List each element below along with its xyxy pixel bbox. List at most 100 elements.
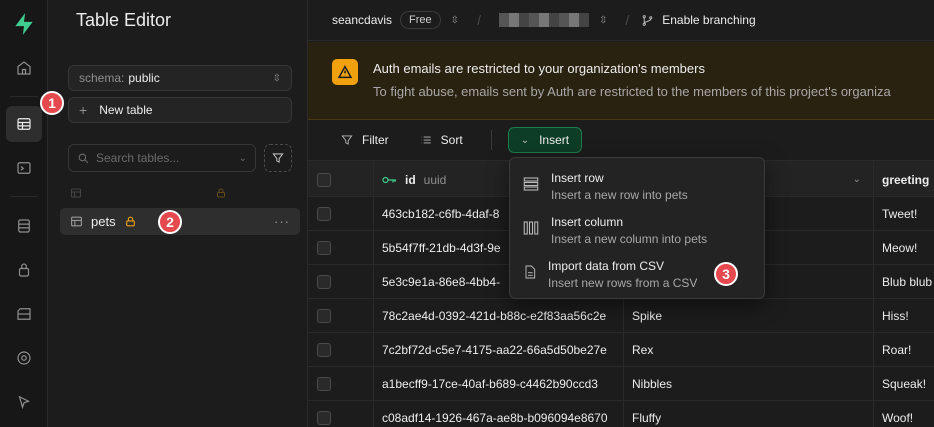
column-name: greeting <box>882 172 930 187</box>
row-select-cell[interactable] <box>308 265 374 299</box>
cell-id[interactable]: 7c2bf72d-c5e7-4175-aa22-66a5d50be27e <box>374 333 624 367</box>
schema-selector[interactable]: schema: public ⇳ <box>68 65 292 91</box>
cell-value: 5b54f7ff-21db-4d3f-9e <box>382 240 501 255</box>
column-type: uuid <box>423 172 447 187</box>
row-select-cell[interactable] <box>308 197 374 231</box>
cell-value: 463cb182-c6fb-4daf-8 <box>382 206 500 221</box>
auth-icon[interactable] <box>6 252 42 288</box>
project-name-redacted[interactable] <box>498 13 589 27</box>
insert-column-title: Insert column <box>551 215 624 229</box>
realtime-icon[interactable] <box>6 340 42 376</box>
filter-label: Filter <box>362 133 389 147</box>
row-select-cell[interactable] <box>308 401 374 427</box>
columns-icon <box>523 221 539 235</box>
enable-branching-button[interactable]: Enable branching <box>641 13 756 27</box>
insert-row-item[interactable]: Insert row Insert a new row into pets <box>510 164 764 208</box>
chevron-down-icon: ⌄ <box>238 152 247 164</box>
select-all-cell[interactable] <box>308 161 374 198</box>
row-checkbox[interactable] <box>317 410 331 425</box>
sort-button[interactable]: Sort <box>419 133 463 147</box>
row-checkbox[interactable] <box>317 240 331 255</box>
schema-value: public <box>128 71 160 85</box>
cell-greeting[interactable]: Meow! <box>874 231 934 265</box>
cell-greeting[interactable]: Blub blub <box>874 265 934 299</box>
step-badge-2: 2 <box>158 210 182 234</box>
org-switcher-icon[interactable]: ⇳ <box>451 15 459 26</box>
cell-value: Nibbles <box>632 376 673 391</box>
insert-column-item[interactable]: Insert column Insert a new column into p… <box>510 208 764 252</box>
filter-icon <box>341 135 353 145</box>
filter-icon <box>272 153 284 163</box>
cell-value: Woof! <box>882 410 914 425</box>
row-checkbox[interactable] <box>317 274 331 289</box>
row-select-cell[interactable] <box>308 333 374 367</box>
plus-icon: + <box>79 102 88 118</box>
filter-button[interactable]: Filter <box>340 133 389 147</box>
cell-greeting[interactable]: Hiss! <box>874 299 934 333</box>
search-placeholder: Search tables... <box>96 151 180 165</box>
row-checkbox[interactable] <box>317 206 331 221</box>
insert-column-desc: Insert a new column into pets <box>551 232 708 246</box>
insert-row-title: Insert row <box>551 171 604 185</box>
schema-label: schema: <box>79 71 125 85</box>
row-checkbox[interactable] <box>317 342 331 357</box>
chevron-updown-icon: ⇳ <box>272 72 281 84</box>
cell-greeting[interactable]: Squeak! <box>874 367 934 401</box>
cell-id[interactable]: c08adf14-1926-467a-ae8b-b096094e8670 <box>374 401 624 427</box>
git-branch-icon <box>642 14 653 26</box>
ghost-table-row <box>68 185 292 201</box>
more-options-icon[interactable]: ··· <box>274 214 290 229</box>
file-icon <box>525 265 536 279</box>
cell-value: Blub blub <box>882 274 933 289</box>
cursor-icon[interactable] <box>6 384 42 420</box>
cell-name[interactable]: Spike <box>624 299 874 333</box>
search-tables-input[interactable]: Search tables... ⌄ <box>68 144 256 172</box>
row-select-cell[interactable] <box>308 231 374 265</box>
cell-name[interactable]: Nibbles <box>624 367 874 401</box>
cell-id[interactable]: 78c2ae4d-0392-421d-b88c-e2f83aa56c2e <box>374 299 624 333</box>
cell-id[interactable]: a1becff9-17ce-40af-b689-c4462b90ccd3 <box>374 367 624 401</box>
step-badge-3: 3 <box>714 262 738 286</box>
table-name: pets <box>91 214 116 229</box>
row-select-cell[interactable] <box>308 299 374 333</box>
row-select-cell[interactable] <box>308 367 374 401</box>
org-name[interactable]: seancdavis <box>332 13 392 27</box>
cell-greeting[interactable]: Roar! <box>874 333 934 367</box>
cell-name[interactable]: Fluffy <box>624 401 874 427</box>
insert-button[interactable]: ⌄ Insert <box>507 127 583 153</box>
plan-badge: Free <box>400 11 441 29</box>
cell-value: 5e3c9e1a-86e8-4bb4- <box>382 274 501 289</box>
cell-name[interactable]: Rex <box>624 333 874 367</box>
cell-value: Meow! <box>882 240 918 255</box>
column-header-greeting[interactable]: greeting <box>874 161 934 198</box>
cell-value: Rex <box>632 342 654 357</box>
import-csv-desc: Insert new rows from a CSV <box>548 276 698 290</box>
search-icon <box>78 153 89 163</box>
cell-value: c08adf14-1926-467a-ae8b-b096094e8670 <box>382 410 608 425</box>
breadcrumb-separator: / <box>477 12 481 28</box>
cell-greeting[interactable]: Woof! <box>874 401 934 427</box>
new-table-label: New table <box>99 103 153 117</box>
storage-icon[interactable] <box>6 296 42 332</box>
supabase-logo-icon[interactable] <box>6 6 42 42</box>
database-icon[interactable] <box>6 208 42 244</box>
project-switcher-icon[interactable]: ⇳ <box>599 15 607 26</box>
cell-value: a1becff9-17ce-40af-b689-c4462b90ccd3 <box>382 376 598 391</box>
cell-value: Fluffy <box>632 410 662 425</box>
insert-label: Insert <box>539 133 570 147</box>
top-bar: seancdavis Free ⇳ / ⇳ / Enable branching <box>308 0 934 41</box>
cell-greeting[interactable]: Tweet! <box>874 197 934 231</box>
insert-row-desc: Insert a new row into pets <box>551 188 688 202</box>
grid-toolbar: Filter Sort ⌄ Insert <box>308 121 934 159</box>
sql-editor-icon[interactable] <box>6 150 42 186</box>
new-table-button[interactable]: + New table <box>68 97 292 123</box>
select-all-checkbox[interactable] <box>317 172 331 187</box>
nav-rail <box>0 0 48 427</box>
sort-icon <box>421 136 431 144</box>
table-editor-icon[interactable] <box>6 106 42 142</box>
row-checkbox[interactable] <box>317 308 331 323</box>
home-icon[interactable] <box>6 50 42 86</box>
cell-value: 78c2ae4d-0392-421d-b88c-e2f83aa56c2e <box>382 308 607 323</box>
row-checkbox[interactable] <box>317 376 331 391</box>
filter-tables-button[interactable] <box>264 144 292 172</box>
